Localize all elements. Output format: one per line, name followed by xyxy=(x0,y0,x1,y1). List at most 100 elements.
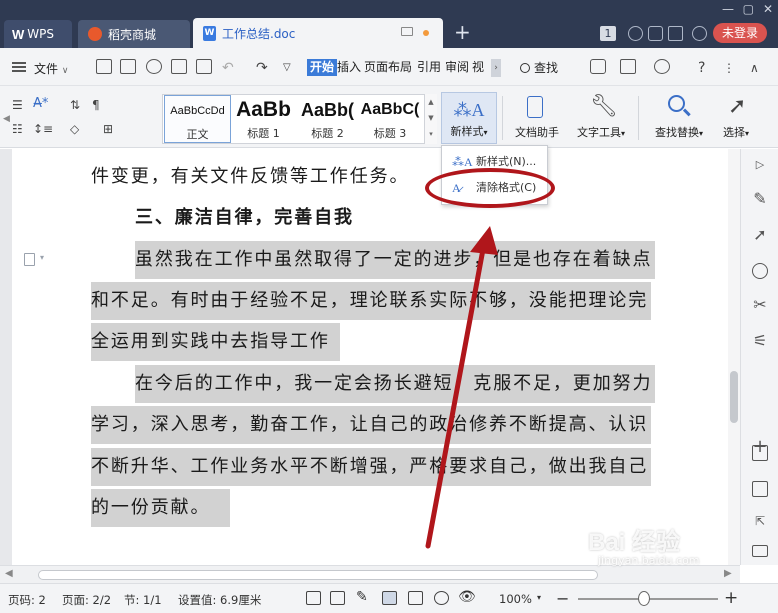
doc-line-selected: 的一份贡献。 xyxy=(91,489,231,527)
change-case-icon[interactable]: A̶* xyxy=(33,96,48,111)
style-sample: AaBbCcDd xyxy=(170,105,225,117)
style-heading-3[interactable]: AaBbC( 标题 3 xyxy=(356,95,424,143)
page-view-icon[interactable] xyxy=(382,591,397,605)
write-mode-icon[interactable]: ✎ xyxy=(356,589,368,605)
collapse-ribbon-icon[interactable]: ∧ xyxy=(750,61,759,75)
ribbon-separator xyxy=(638,96,639,140)
more-options-icon[interactable]: ⋮ xyxy=(723,61,735,75)
baidu-watermark: Bai 经验 xyxy=(588,529,681,556)
borders-icon[interactable]: ⊞ xyxy=(103,122,113,136)
collaborate-icon[interactable] xyxy=(620,59,636,74)
zoom-slider-handle[interactable] xyxy=(638,591,650,606)
sort-icon[interactable]: ⇅ xyxy=(70,98,80,112)
tab-insert[interactable]: 插入 xyxy=(337,59,361,76)
status-setting-value[interactable]: 设置值: 6.9厘米 xyxy=(178,592,261,608)
tab-docer-store[interactable]: 稻壳商城 xyxy=(78,20,190,48)
menu-file[interactable]: 文件 ∨ xyxy=(34,60,68,77)
style-normal[interactable]: AaBbCcDd 正文 xyxy=(164,95,231,143)
wrench-icon: 🔧︎ xyxy=(590,94,618,119)
ribbon-scroll-left-icon[interactable]: ◀ xyxy=(3,114,10,124)
hamburger-menu-icon[interactable] xyxy=(12,62,26,72)
pen-icon[interactable]: ✎ xyxy=(752,191,768,207)
maximize-icon[interactable]: ▢ xyxy=(743,2,754,16)
zoom-in-icon[interactable]: + xyxy=(724,588,738,608)
fullscreen-icon[interactable] xyxy=(306,591,321,605)
tab-review[interactable]: 审阅 xyxy=(445,59,469,76)
doc-helper-label: 文档助手 xyxy=(515,126,559,139)
close-icon[interactable]: ✕ xyxy=(763,2,773,16)
style-heading-1[interactable]: AaBb 标题 1 xyxy=(230,95,297,143)
share-out-icon[interactable] xyxy=(752,481,768,497)
cloud-sync-icon[interactable] xyxy=(654,59,670,74)
bullets-icon[interactable]: ☰ xyxy=(12,98,23,112)
more-tabs-button[interactable]: › xyxy=(491,59,501,77)
login-button[interactable]: 未登录 xyxy=(713,23,767,43)
pointer-icon[interactable]: ➚ xyxy=(752,227,768,243)
shading-icon[interactable]: ◇ xyxy=(70,122,79,136)
tab-wps-home[interactable]: W WPS xyxy=(4,20,72,48)
search-command[interactable]: 查找 xyxy=(520,59,558,76)
tab-start[interactable]: 开始 xyxy=(307,59,338,76)
zoom-percentage[interactable]: 100% xyxy=(499,592,532,606)
select-button[interactable]: ➚ 选择▾ xyxy=(714,92,758,144)
horizontal-scrollbar[interactable]: ◀ ▶ xyxy=(0,565,740,583)
paragraph-marker-dropdown-icon[interactable]: ▾ xyxy=(40,253,44,262)
save-icon[interactable] xyxy=(120,59,136,74)
share-icon[interactable] xyxy=(648,26,663,41)
undo-icon[interactable]: ↶ xyxy=(222,60,234,76)
scroll-left-icon[interactable]: ◀ xyxy=(5,568,13,579)
show-marks-icon[interactable]: ¶ xyxy=(92,98,100,112)
zoom-out-icon[interactable]: − xyxy=(556,589,569,608)
gallery-icon[interactable] xyxy=(752,445,768,461)
open-folder-icon[interactable] xyxy=(96,59,112,74)
eye-protection-icon[interactable]: 👁︎ xyxy=(458,589,476,605)
dropdown-arrow-icon: ▾ xyxy=(744,129,749,138)
redo-icon[interactable]: ↷ xyxy=(256,60,268,76)
outline-view-icon[interactable] xyxy=(408,591,423,605)
style-gallery-scroll[interactable]: ▲ ▼ ▾ xyxy=(424,94,437,144)
style-heading-2[interactable]: AaBb( 标题 2 xyxy=(294,95,361,143)
minimize-icon[interactable]: — xyxy=(722,2,734,16)
sidebar-collapse-icon[interactable]: ▷ xyxy=(752,157,768,173)
horizontal-scroll-thumb[interactable] xyxy=(38,570,598,580)
tab-docer-store-label: 稻壳商城 xyxy=(108,27,157,42)
zoom-dropdown-icon[interactable]: ▾ xyxy=(537,593,541,602)
expand-icon[interactable]: ⇱ xyxy=(752,513,768,529)
monitor-icon[interactable] xyxy=(401,27,413,36)
document-page[interactable]: 件变更，有关文件反馈等工作任务。 三、廉洁自律，完善自我 虽然我在工作中虽然取得… xyxy=(12,149,730,565)
web-view-icon[interactable] xyxy=(434,591,449,605)
scissors-icon[interactable]: ✂ xyxy=(752,297,768,313)
new-tab-button[interactable]: + xyxy=(454,22,471,42)
dropdown-arrow-icon: ▾ xyxy=(620,129,625,138)
print-preview-icon[interactable] xyxy=(196,59,212,74)
tab-references[interactable]: 引用 xyxy=(417,59,441,76)
text-tool-button[interactable]: 🔧︎ 文字工具▾ xyxy=(570,92,632,144)
skin-icon[interactable] xyxy=(628,26,643,41)
tab-page-layout[interactable]: 页面布局 xyxy=(364,59,412,76)
export-pdf-icon[interactable] xyxy=(146,59,162,74)
shapes-icon[interactable] xyxy=(752,263,768,279)
line-spacing-icon[interactable]: ↕≡ xyxy=(33,122,53,136)
find-replace-button[interactable]: 查找替换▾ xyxy=(648,92,710,144)
feather-icon[interactable]: ⚟ xyxy=(752,333,768,349)
share-doc-icon[interactable] xyxy=(590,59,606,74)
user-avatar-icon[interactable] xyxy=(692,26,707,41)
toolbox-icon[interactable] xyxy=(752,545,768,557)
window-count-badge[interactable]: 1 xyxy=(600,26,616,41)
print-icon[interactable] xyxy=(171,59,187,74)
find-replace-label: 查找替换 xyxy=(654,126,699,139)
tab-view[interactable]: 视 xyxy=(472,59,484,76)
quick-access-dropdown-icon[interactable]: ▽ xyxy=(283,62,291,73)
baidu-watermark-url: jingyan.baidu.com xyxy=(598,554,700,567)
help-icon[interactable]: ? xyxy=(698,60,705,76)
paragraph-marker-icon[interactable] xyxy=(24,253,35,266)
indent-icon[interactable]: ☷ xyxy=(12,122,23,136)
vertical-scrollbar[interactable] xyxy=(728,149,740,565)
scroll-right-icon[interactable]: ▶ xyxy=(724,568,732,579)
new-style-button[interactable]: ⁂A 新样式▾ xyxy=(441,92,497,144)
tab-document[interactable]: W 工作总结.doc xyxy=(193,18,443,48)
shirt-icon[interactable] xyxy=(668,26,683,41)
reading-view-icon[interactable] xyxy=(330,591,345,605)
doc-helper-button[interactable]: 文档助手 xyxy=(509,92,565,144)
vertical-scroll-thumb[interactable] xyxy=(730,371,738,423)
